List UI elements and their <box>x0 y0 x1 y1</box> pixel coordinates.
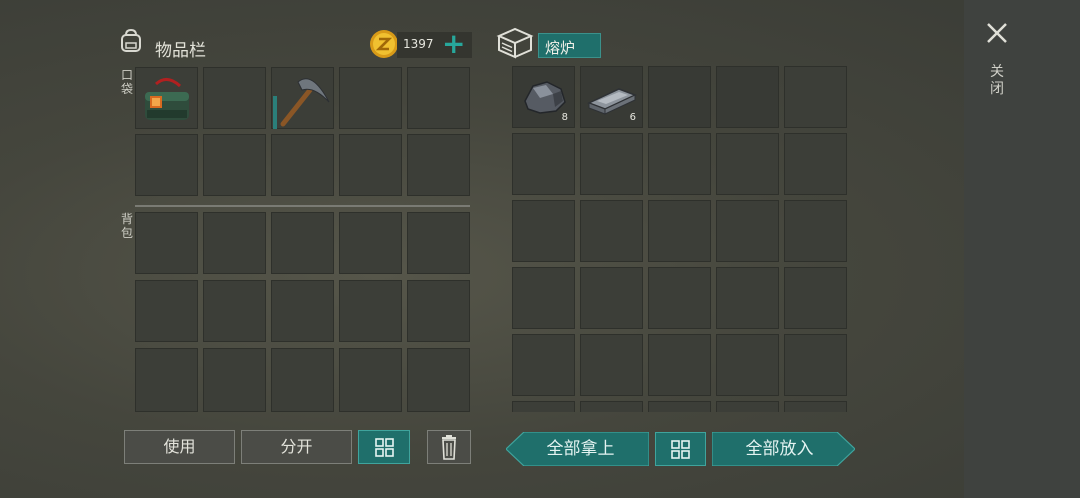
furnace-slot-13[interactable] <box>648 200 711 262</box>
furnace-slot-19[interactable] <box>716 267 779 329</box>
backpack-icon <box>118 28 144 58</box>
furnace-grid[interactable]: 8 6 <box>512 66 848 412</box>
backpack-slot-6[interactable] <box>135 280 198 342</box>
backpack-slot-7[interactable] <box>203 280 266 342</box>
furnace-slot-15[interactable] <box>784 200 847 262</box>
pickaxe-item-icon <box>280 78 330 127</box>
backpack-slot-8[interactable] <box>271 280 334 342</box>
inventory-title: 物品栏 <box>155 41 206 61</box>
pocket-slot-2[interactable] <box>203 67 266 129</box>
furnace-slot-20[interactable] <box>784 267 847 329</box>
furnace-title: 熔炉 <box>545 39 576 57</box>
put-all-label: 全部放入 <box>745 439 814 459</box>
backpack-label: 背包 <box>120 212 133 240</box>
pocket-slot-1[interactable] <box>135 67 198 129</box>
backpack-slot-1[interactable] <box>135 212 198 274</box>
pocket-slot-3[interactable] <box>271 67 334 129</box>
toolbox-item-icon <box>145 78 189 120</box>
backpack-slot-14[interactable] <box>339 348 402 412</box>
backpack-slot-11[interactable] <box>135 348 198 412</box>
backpack-slot-15[interactable] <box>407 348 470 412</box>
furnace-slot-3[interactable] <box>648 66 711 128</box>
furnace-slot-25[interactable] <box>784 334 847 396</box>
pocket-slot-9[interactable] <box>339 134 402 196</box>
coin-count: 1397 <box>403 37 434 51</box>
pocket-backpack-divider <box>135 205 470 207</box>
put-all-button[interactable]: 全部放入 <box>712 432 855 466</box>
furnace-icon <box>496 26 534 64</box>
sort-grid-icon <box>375 438 394 457</box>
coin-icon <box>369 29 399 63</box>
backpack-slot-9[interactable] <box>339 280 402 342</box>
pocket-slot-8[interactable] <box>271 134 334 196</box>
pocket-slot-5[interactable] <box>407 67 470 129</box>
pocket-label: 口袋 <box>120 68 133 96</box>
furnace-item-count: 8 <box>561 112 568 123</box>
furnace-slot-1[interactable]: 8 <box>512 66 575 128</box>
take-all-label: 全部拿上 <box>546 439 615 459</box>
pocket-slot-4[interactable] <box>339 67 402 129</box>
furnace-slot-8[interactable] <box>648 133 711 195</box>
furnace-slot-14[interactable] <box>716 200 779 262</box>
furnace-slot-18[interactable] <box>648 267 711 329</box>
furnace-slot-28[interactable] <box>648 401 711 412</box>
furnace-slot-10[interactable] <box>784 133 847 195</box>
furnace-slot-29[interactable] <box>716 401 779 412</box>
furnace-slot-6[interactable] <box>512 133 575 195</box>
sort-grid-icon <box>671 440 690 459</box>
sort-furnace-button[interactable] <box>655 432 706 466</box>
trash-icon <box>442 435 456 460</box>
sort-inventory-button[interactable] <box>358 430 410 464</box>
backpack-slot-13[interactable] <box>271 348 334 412</box>
trash-button[interactable] <box>427 430 471 464</box>
backpack-slot-10[interactable] <box>407 280 470 342</box>
furnace-slot-23[interactable] <box>648 334 711 396</box>
close-icon <box>987 23 1007 43</box>
pocket-slot-7[interactable] <box>203 134 266 196</box>
furnace-slot-9[interactable] <box>716 133 779 195</box>
pocket-slot-10[interactable] <box>407 134 470 196</box>
furnace-slot-30[interactable] <box>784 401 847 412</box>
furnace-slot-2[interactable]: 6 <box>580 66 643 128</box>
close-panel <box>964 0 1080 498</box>
furnace-slot-22[interactable] <box>580 334 643 396</box>
use-button[interactable]: 使用 <box>124 430 235 464</box>
backpack-slot-3[interactable] <box>271 212 334 274</box>
furnace-slot-12[interactable] <box>580 200 643 262</box>
furnace-slot-5[interactable] <box>784 66 847 128</box>
furnace-slot-4[interactable] <box>716 66 779 128</box>
furnace-slot-27[interactable] <box>580 401 643 412</box>
backpack-slot-2[interactable] <box>203 212 266 274</box>
split-button[interactable]: 分开 <box>241 430 352 464</box>
close-button[interactable]: 关闭 <box>984 20 1010 100</box>
take-all-button[interactable]: 全部拿上 <box>506 432 649 466</box>
furnace-item-count: 6 <box>629 112 636 123</box>
furnace-slot-7[interactable] <box>580 133 643 195</box>
close-label: 关闭 <box>990 64 1004 97</box>
add-coins-button[interactable]: + <box>442 27 465 60</box>
furnace-slot-26[interactable] <box>512 401 575 412</box>
backpack-slot-4[interactable] <box>339 212 402 274</box>
furnace-slot-24[interactable] <box>716 334 779 396</box>
furnace-slot-11[interactable] <box>512 200 575 262</box>
backpack-slot-5[interactable] <box>407 212 470 274</box>
furnace-slot-16[interactable] <box>512 267 575 329</box>
durability-bar <box>273 96 277 129</box>
furnace-slot-17[interactable] <box>580 267 643 329</box>
backpack-slot-12[interactable] <box>203 348 266 412</box>
furnace-slot-21[interactable] <box>512 334 575 396</box>
pocket-slot-6[interactable] <box>135 134 198 196</box>
